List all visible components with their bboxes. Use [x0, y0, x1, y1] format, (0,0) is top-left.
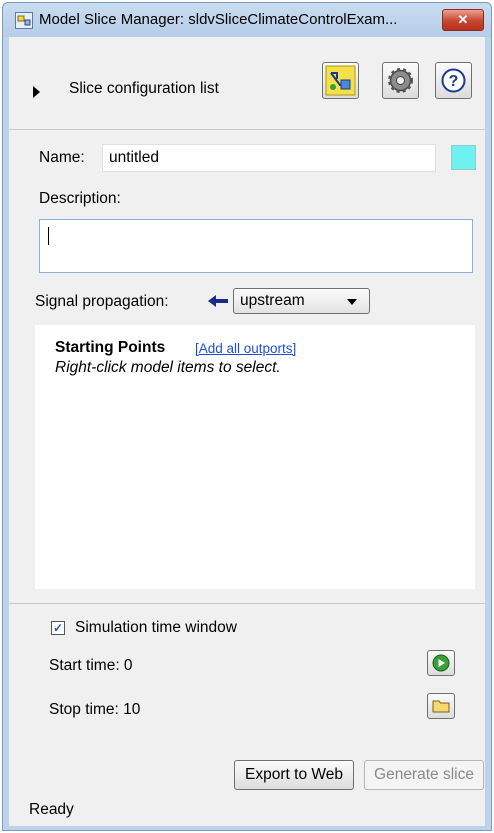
highlight-slice-button[interactable]	[322, 62, 359, 99]
close-button[interactable]: ✕	[442, 9, 484, 31]
settings-button[interactable]	[382, 62, 419, 99]
expand-triangle-icon[interactable]	[33, 86, 40, 98]
slice-manager-window: Model Slice Manager: sldvSliceClimateCon…	[2, 2, 492, 831]
starting-points-title: Starting Points	[55, 339, 166, 356]
run-simulation-button[interactable]	[427, 650, 455, 676]
starting-points-hint: Right-click model items to select.	[55, 359, 281, 376]
window-content: Slice configuration list ? Name: untitle…	[9, 37, 485, 826]
add-all-outports-link[interactable]: [Add all outports]	[195, 341, 296, 356]
description-field[interactable]	[39, 219, 473, 273]
simulation-time-window-label[interactable]: Simulation time window	[75, 619, 237, 637]
simulation-time-window-checkbox[interactable]: ✓	[51, 621, 65, 635]
name-value: untitled	[109, 149, 159, 166]
generate-slice-button[interactable]: Generate slice	[364, 760, 484, 790]
gear-icon	[388, 68, 413, 93]
svg-text:?: ?	[449, 73, 459, 90]
slice-configuration-list-label[interactable]: Slice configuration list	[69, 80, 219, 98]
chevron-down-icon	[347, 299, 357, 305]
slice-color-swatch[interactable]	[451, 145, 476, 170]
load-data-button[interactable]	[427, 693, 455, 719]
status-text: Ready	[29, 801, 74, 818]
title-bar[interactable]: Model Slice Manager: sldvSliceClimateCon…	[3, 3, 491, 37]
help-button[interactable]: ?	[435, 62, 472, 99]
header-separator	[9, 129, 485, 130]
close-icon: ✕	[457, 12, 469, 27]
name-field[interactable]: untitled	[102, 144, 436, 172]
window-title: Model Slice Manager: sldvSliceClimateCon…	[39, 11, 398, 28]
name-label: Name:	[39, 149, 85, 166]
folder-icon	[432, 700, 450, 713]
app-icon	[15, 12, 33, 29]
signal-propagation-select[interactable]: upstream	[233, 288, 370, 314]
check-icon: ✓	[52, 621, 64, 635]
model-highlight-icon	[325, 65, 356, 96]
starting-points-panel[interactable]: Starting Points [Add all outports] Right…	[35, 325, 475, 589]
panel-separator	[9, 603, 485, 604]
help-icon: ?	[441, 68, 466, 93]
description-label: Description:	[39, 190, 121, 207]
text-caret	[48, 227, 49, 245]
play-icon	[432, 654, 450, 672]
header-row: Slice configuration list ?	[9, 37, 485, 125]
arrow-left-icon	[208, 295, 228, 307]
stop-time-label: Stop time: 10	[49, 701, 141, 718]
export-to-web-button[interactable]: Export to Web	[234, 760, 354, 790]
signal-propagation-value: upstream	[240, 292, 305, 309]
signal-propagation-label: Signal propagation:	[35, 293, 169, 310]
start-time-label: Start time: 0	[49, 657, 133, 674]
